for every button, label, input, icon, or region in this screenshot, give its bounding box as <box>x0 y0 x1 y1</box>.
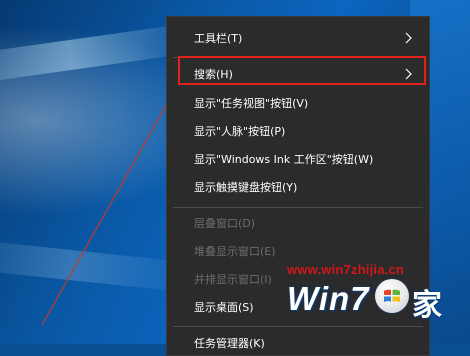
windows-logo-icon <box>375 279 409 313</box>
menu-item-show-touch-keyboard[interactable]: 显示触摸键盘按钮(Y) <box>167 174 429 200</box>
menu-item-label: 任务管理器(K) <box>194 337 265 350</box>
menu-item-label: 显示"人脉"按钮(P) <box>194 125 286 138</box>
menu-separator <box>173 207 423 208</box>
chevron-right-icon <box>405 32 412 44</box>
menu-item-cascade-windows: 层叠窗口(D) <box>167 210 429 236</box>
watermark-logo-char: 家 <box>412 288 442 323</box>
menu-item-label: 显示桌面(S) <box>194 301 254 314</box>
highlight-box <box>178 56 426 85</box>
menu-item-label: 层叠窗口(D) <box>194 217 256 230</box>
menu-item-label: 显示触摸键盘按钮(Y) <box>194 181 298 194</box>
menu-item-label: 堆叠显示窗口(E) <box>194 245 276 258</box>
menu-item-label: 并排显示窗口(I) <box>194 273 272 286</box>
site-watermark: www.win7zhijia.cn Win7 家 <box>287 262 457 332</box>
menu-item-toolbars[interactable]: 工具栏(T) <box>167 25 429 51</box>
menu-item-label: 显示"Windows Ink 工作区"按钮(W) <box>194 153 374 166</box>
menu-item-task-manager[interactable]: 任务管理器(K) <box>167 330 429 356</box>
watermark-logo-text: Win7 <box>287 280 370 317</box>
menu-item-label: 显示"任务视图"按钮(V) <box>194 97 309 110</box>
watermark-url: www.win7zhijia.cn <box>287 262 405 277</box>
menu-item-show-people[interactable]: 显示"人脉"按钮(P) <box>167 118 429 144</box>
menu-item-label: 工具栏(T) <box>194 32 243 45</box>
menu-item-show-task-view[interactable]: 显示"任务视图"按钮(V) <box>167 90 429 116</box>
menu-item-stack-windows: 堆叠显示窗口(E) <box>167 238 429 264</box>
menu-item-show-windows-ink[interactable]: 显示"Windows Ink 工作区"按钮(W) <box>167 146 429 172</box>
